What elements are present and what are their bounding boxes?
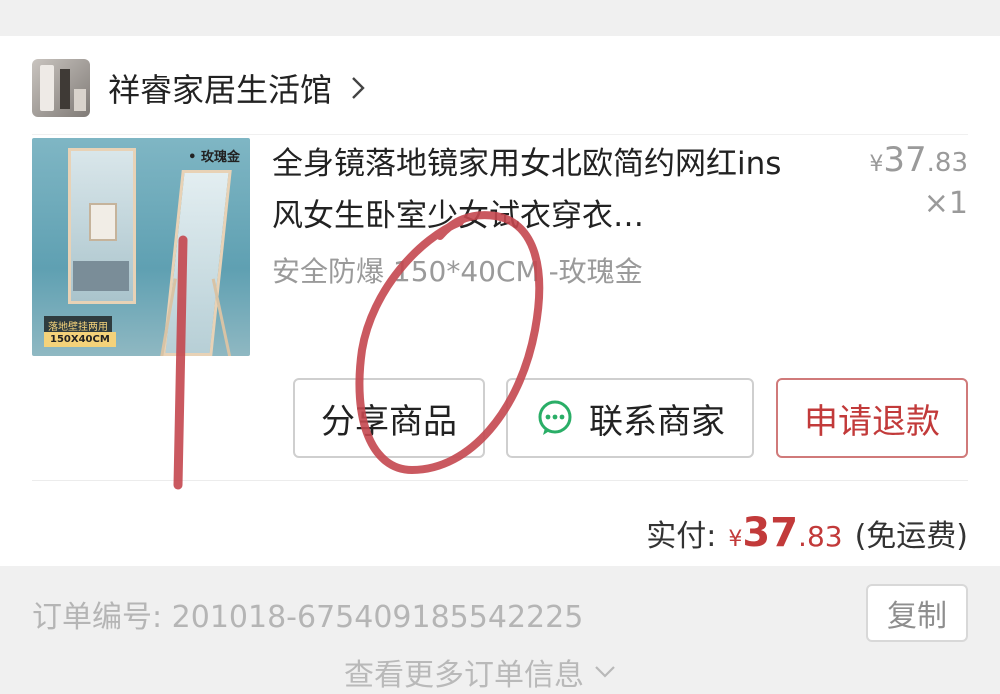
share-product-button[interactable]: 分享商品 — [293, 378, 485, 458]
refund-button-label: 申请退款 — [804, 401, 940, 442]
product-price: ¥37.83 — [869, 140, 968, 180]
top-gap — [0, 0, 1000, 36]
image-size-badge: 150X40CM — [44, 332, 116, 347]
divider — [32, 134, 968, 135]
copy-button-label: 复制 — [887, 599, 947, 634]
amount-paid: 实付: ¥ 37 .83 (免运费) — [646, 510, 968, 556]
paid-label: 实付: — [646, 519, 717, 554]
share-button-label: 分享商品 — [321, 401, 457, 442]
contact-seller-button[interactable]: 联系商家 — [506, 378, 754, 458]
contact-button-label: 联系商家 — [589, 401, 725, 442]
shop-avatar[interactable] — [32, 59, 90, 117]
image-color-tag: • 玫瑰金 — [188, 150, 240, 165]
mirror-illustration — [68, 148, 136, 304]
chevron-right-icon[interactable] — [344, 74, 372, 102]
paid-integer: 37 — [742, 510, 799, 556]
divider — [32, 480, 968, 481]
price-decimal: .83 — [926, 148, 968, 178]
request-refund-button[interactable]: 申请退款 — [776, 378, 968, 458]
price-integer: 37 — [883, 140, 927, 180]
shipping-note: (免运费) — [854, 519, 968, 554]
product-image[interactable]: • 玫瑰金 落地壁挂两用 150X40CM — [32, 138, 250, 356]
chevron-down-icon — [595, 666, 615, 678]
paid-decimal: .83 — [798, 520, 843, 553]
order-number: 订单编号: 201018-675409185542225 — [32, 600, 584, 635]
view-more-label: 查看更多订单信息 — [344, 658, 584, 693]
wechat-chat-icon — [538, 400, 572, 435]
copy-order-number-button[interactable]: 复制 — [866, 584, 968, 642]
shop-name[interactable]: 祥睿家居生活馆 — [108, 65, 332, 111]
product-title[interactable]: 全身镜落地镜家用女北欧简约网红ins风女生卧室少女试衣穿衣… — [272, 138, 812, 242]
product-quantity: ×1 — [923, 186, 968, 221]
product-spec: 安全防爆 150*40CM -玫瑰金 — [272, 255, 643, 288]
shop-header[interactable]: 祥睿家居生活馆 — [32, 58, 372, 118]
view-more-order-info[interactable]: 查看更多订单信息 — [344, 650, 618, 694]
paid-currency: ¥ — [728, 527, 743, 552]
price-currency: ¥ — [869, 152, 884, 177]
